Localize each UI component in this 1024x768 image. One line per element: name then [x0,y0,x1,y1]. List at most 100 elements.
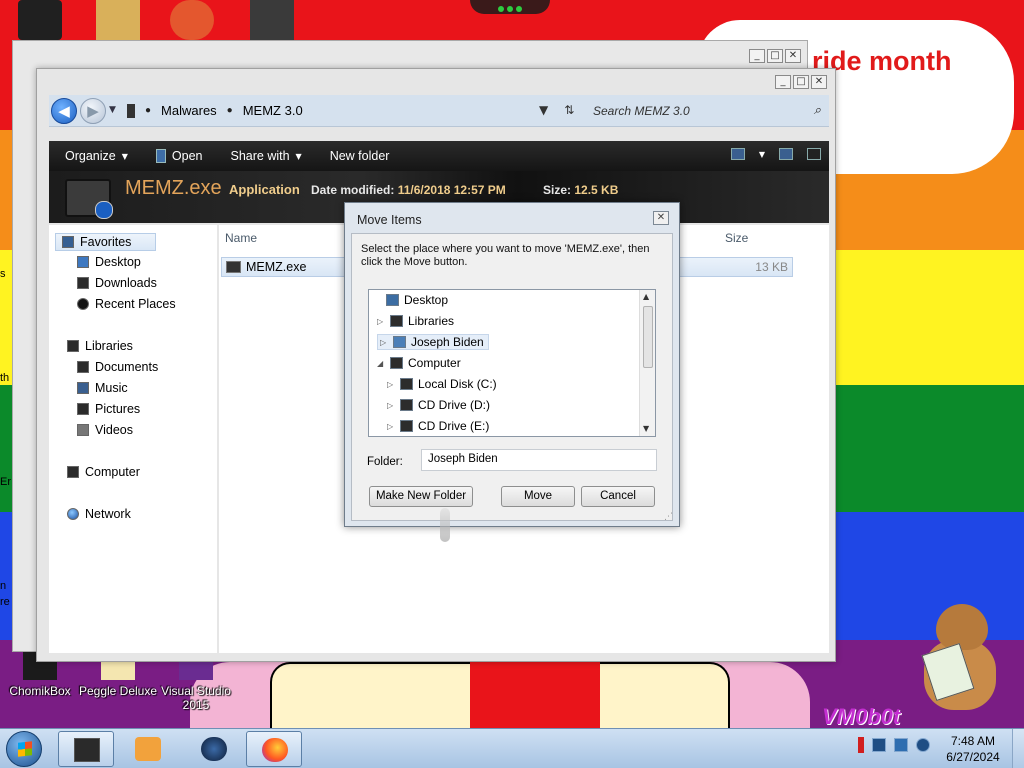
nav-item-desktop[interactable]: Desktop [77,255,141,269]
taskbar-app-media-player[interactable] [120,731,176,767]
open-button[interactable]: Open [155,149,202,163]
vertical-scrollbar[interactable]: ▲ ▼ [639,290,655,436]
back-button[interactable]: ◀ [51,98,77,124]
taskbar-app-firefox[interactable] [246,731,302,767]
new-folder-button[interactable]: New folder [330,149,390,163]
nav-item-network[interactable]: Network [67,507,131,521]
tray-app-icon[interactable] [872,738,886,752]
maximize-button[interactable]: □ [767,49,783,63]
taskbar-clock[interactable]: 7:48 AM 6/27/2024 [940,733,1006,765]
folder-icon [127,103,135,118]
folder-tree[interactable]: Desktop ▷ Libraries ▷ Joseph Biden ◢ Com… [368,289,656,437]
computer-icon [390,357,403,369]
minimize-button[interactable]: _ [749,49,765,63]
nav-item-downloads[interactable]: Downloads [77,276,157,290]
nav-item-documents[interactable]: Documents [77,360,158,374]
desktop-icon-top-2[interactable] [96,0,140,40]
desktop-icon [77,256,89,268]
network-icon[interactable] [894,738,908,752]
scroll-down-icon[interactable]: ▼ [643,424,649,433]
search-icon[interactable]: ⌕ [814,103,821,118]
nav-item-libraries[interactable]: Libraries [67,339,133,353]
breadcrumb-item[interactable]: MEMZ 3.0 [243,103,303,118]
breadcrumb[interactable]: ● Malwares ● MEMZ 3.0 [127,103,303,118]
edge-label: th [0,372,10,384]
move-items-dialog[interactable]: Move Items ✕ Select the place where you … [344,202,680,527]
taskbar: 7:48 AM 6/27/2024 [0,728,1024,768]
close-button[interactable]: ✕ [653,211,669,225]
nav-label: Documents [95,360,159,374]
nav-label: Videos [95,423,133,437]
column-header-size[interactable]: Size [725,231,748,245]
expand-arrow-icon[interactable]: ▷ [387,422,395,431]
refresh-icon[interactable]: ⇅ [564,103,574,117]
expand-arrow-icon[interactable]: ▷ [377,317,385,326]
close-button[interactable]: ✕ [785,49,801,63]
view-dropdown-icon[interactable]: ▼ [759,150,765,159]
size-label: Size: [543,183,572,197]
tree-item-desktop[interactable]: Desktop [373,293,448,307]
make-new-folder-button[interactable]: Make New Folder [369,486,473,507]
tree-item-computer[interactable]: ◢ Computer [377,356,461,370]
application-icon [226,261,241,273]
move-button[interactable]: Move [501,486,575,507]
volume-icon[interactable] [916,738,930,752]
organize-button[interactable]: Organize ▼ [65,149,128,163]
nav-item-computer[interactable]: Computer [67,465,140,479]
recent-pages-dropdown-icon[interactable]: ▼ [109,105,116,115]
collapse-arrow-icon[interactable]: ◢ [377,359,385,368]
action-center-flag-icon[interactable] [858,737,864,753]
dialog-title: Move Items [357,213,422,227]
taskbar-app-explorer[interactable] [58,731,114,767]
breadcrumb-item[interactable]: Malwares [161,103,217,118]
resize-grip-icon[interactable]: ⋰ [664,512,673,522]
folder-label: Folder: [367,456,403,468]
tree-item-cd-drive-d[interactable]: ▷ CD Drive (D:) [387,398,490,412]
network-icon [67,508,79,520]
nav-item-music[interactable]: Music [77,381,128,395]
details-date-modified: Date modified: 11/6/2018 12:57 PM [311,183,506,197]
expand-arrow-icon[interactable]: ▷ [387,401,395,410]
nav-item-pictures[interactable]: Pictures [77,402,140,416]
nav-item-recent-places[interactable]: Recent Places [77,297,176,311]
desktop-icon-top-4[interactable] [250,0,294,40]
folder-field[interactable]: Joseph Biden [421,449,657,471]
share-with-label: Share with [230,149,290,163]
taskbar-app-browser[interactable] [186,731,242,767]
help-icon[interactable] [807,148,821,160]
preview-pane-icon[interactable] [779,148,793,160]
expand-arrow-icon[interactable]: ▷ [387,380,395,389]
tree-item-label: Joseph Biden [411,335,484,349]
desktop-icon-top-1[interactable] [18,0,62,40]
minimize-button[interactable]: _ [775,75,791,89]
nav-item-favorites[interactable]: Favorites [55,233,157,251]
share-with-button[interactable]: Share with ▼ [230,149,301,163]
breadcrumb-separator-icon[interactable]: ● [145,105,151,116]
expand-arrow-icon[interactable]: ▷ [380,338,388,347]
tree-item-libraries[interactable]: ▷ Libraries [377,314,454,328]
close-button[interactable]: ✕ [811,75,827,89]
size-value: 12.5 KB [574,183,619,197]
date-modified-value: 11/6/2018 12:57 PM [397,183,506,197]
maximize-button[interactable]: □ [793,75,809,89]
change-view-icon[interactable] [730,148,745,160]
tree-item-local-disk-c[interactable]: ▷ Local Disk (C:) [387,377,497,391]
tree-item-label: CD Drive (E:) [418,419,490,433]
show-desktop-button[interactable] [1012,729,1024,768]
chevron-down-icon: ▼ [121,151,128,161]
date-modified-label: Date modified: [311,183,395,197]
scrollbar-thumb[interactable] [643,306,653,368]
cancel-button[interactable]: Cancel [581,486,655,507]
address-dropdown-icon[interactable]: ▼ [539,103,548,117]
nav-item-videos[interactable]: Videos [77,423,133,437]
breadcrumb-separator-icon[interactable]: ● [227,105,233,116]
tree-item-joseph-biden[interactable]: ▷ Joseph Biden [377,334,489,350]
scroll-up-icon[interactable]: ▲ [643,292,649,301]
column-header-name[interactable]: Name [225,231,257,245]
start-button[interactable] [6,731,42,767]
tree-item-cd-drive-e[interactable]: ▷ CD Drive (E:) [387,419,489,433]
search-input[interactable]: Search MEMZ 3.0 ⌕ [593,101,825,123]
details-file-name: MEMZ.exe [125,177,222,199]
forward-button[interactable]: ▶ [80,98,106,124]
desktop-icon-top-3[interactable] [170,0,214,40]
